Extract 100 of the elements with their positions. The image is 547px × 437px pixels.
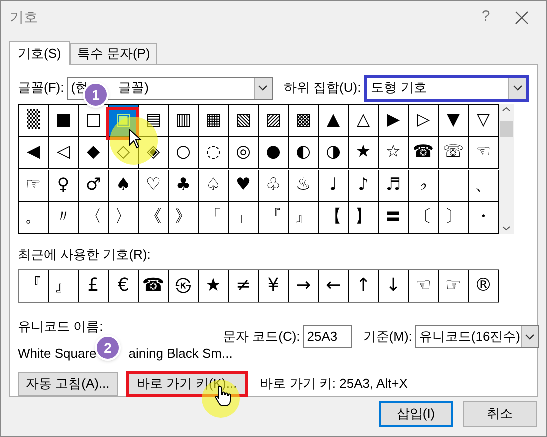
symbol-cell[interactable]: ◎: [229, 137, 259, 170]
symbol-cell[interactable]: ♤: [199, 170, 229, 202]
symbol-cell[interactable]: 』: [289, 202, 319, 234]
from-label: 기준(M):: [363, 328, 412, 346]
unicode-name-text: aining Black Sm...: [128, 345, 233, 363]
dialog-button[interactable]: 취소: [463, 401, 537, 427]
recent-symbol-cell[interactable]: 』: [49, 270, 79, 302]
dialog-button[interactable]: 삽입(I): [379, 401, 453, 427]
recent-symbol-cell[interactable]: ≠: [229, 270, 259, 302]
char-code-label: 문자 코드(C):: [223, 328, 300, 346]
symbol-cell[interactable]: ♧: [259, 170, 289, 202]
symbol-cell[interactable]: ・: [469, 202, 499, 234]
symbol-cell[interactable]: 【: [319, 202, 349, 234]
symbol-cell[interactable]: ▒: [19, 105, 49, 137]
font-value-text: 글꼴): [118, 79, 149, 98]
font-label: 글꼴(F):: [18, 79, 64, 98]
symbol-cell[interactable]: ▶: [379, 105, 409, 137]
symbol-cell[interactable]: ♨: [289, 170, 319, 202]
shortcut-key-text: 바로 가기 키: 25A3, Alt+X: [260, 374, 408, 393]
symbol-cell[interactable]: ◀: [19, 137, 49, 170]
recent-symbol-cell[interactable]: ☜: [409, 270, 439, 302]
symbol-cell[interactable]: ☏: [439, 137, 469, 170]
recent-symbol-cell[interactable]: ☎: [139, 270, 169, 302]
scroll-thumb[interactable]: [500, 121, 513, 137]
subset-label: 하위 집합(U):: [284, 79, 362, 98]
symbol-cell[interactable]: ▨: [259, 105, 289, 137]
symbol-cell[interactable]: ▥: [169, 105, 199, 137]
scroll-down-icon[interactable]: [502, 226, 511, 231]
autocorrect-button[interactable]: 자동 고침(A)...: [18, 372, 118, 396]
char-code-field[interactable]: 25A3: [303, 325, 352, 348]
recent-symbol-cell[interactable]: ☞: [439, 270, 469, 302]
scrollbar[interactable]: [499, 104, 514, 234]
symbol-cell[interactable]: ♀: [49, 170, 79, 202]
recent-symbol-cell[interactable]: €: [109, 270, 139, 302]
recent-symbol-cell[interactable]: ↑: [349, 270, 379, 302]
symbol-cell[interactable]: 「: [199, 202, 229, 234]
recent-symbol-cell[interactable]: ★: [199, 270, 229, 302]
symbol-cell[interactable]: 。: [19, 202, 49, 234]
symbol-cell[interactable]: 〕: [439, 202, 469, 234]
symbol-cell[interactable]: ▷: [409, 105, 439, 137]
symbol-cell[interactable]: ●: [259, 137, 289, 170]
recent-symbol-cell[interactable]: →: [289, 270, 319, 302]
symbol-cell[interactable]: ★: [349, 137, 379, 170]
close-icon[interactable]: [515, 10, 529, 24]
symbol-cell[interactable]: 」: [229, 202, 259, 234]
subset-dropdown[interactable]: 도형 기호: [364, 74, 529, 102]
window-title: 기호: [10, 8, 38, 27]
symbol-cell[interactable]: ☜: [469, 137, 499, 170]
symbol-cell[interactable]: ♭: [409, 170, 439, 202]
shortcut-key-button[interactable]: 바로 가기 키(K)...: [126, 370, 248, 396]
symbol-cell[interactable]: 〓: [379, 202, 409, 234]
symbol-cell[interactable]: ◑: [319, 137, 349, 170]
symbol-cell[interactable]: ◁: [49, 137, 79, 170]
symbol-cell[interactable]: 『: [259, 202, 289, 234]
mouse-pointer-icon: [129, 129, 143, 149]
symbol-cell[interactable]: ♣: [169, 170, 199, 202]
tab[interactable]: 특수 문자(P): [70, 43, 158, 64]
symbol-cell[interactable]: ◌: [199, 137, 229, 170]
symbol-cell[interactable]: 、: [469, 170, 499, 202]
symbol-cell[interactable]: ▧: [229, 105, 259, 137]
symbol-cell[interactable]: ▦: [199, 105, 229, 137]
symbol-cell[interactable]: △: [349, 105, 379, 137]
help-button[interactable]: ?: [471, 6, 501, 29]
symbol-cell[interactable]: ♠: [109, 170, 139, 202]
recent-symbol-cell[interactable]: £: [79, 270, 109, 302]
symbol-cell[interactable]: ▩: [289, 105, 319, 137]
symbol-cell[interactable]: 》: [169, 202, 199, 234]
symbol-cell[interactable]: ♥: [229, 170, 259, 202]
symbol-cell[interactable]: ♡: [139, 170, 169, 202]
symbol-cell[interactable]: 〔: [409, 202, 439, 234]
symbol-cell[interactable]: [439, 170, 469, 202]
symbol-cell[interactable]: ▲: [319, 105, 349, 137]
symbol-cell[interactable]: 】: [349, 202, 379, 234]
symbol-cell[interactable]: 《: [139, 202, 169, 234]
symbol-cell[interactable]: ♬: [379, 170, 409, 202]
symbol-cell[interactable]: ◆: [79, 137, 109, 170]
symbol-cell[interactable]: ♪: [349, 170, 379, 202]
dropdown-caret-icon: [258, 85, 268, 91]
symbol-cell[interactable]: 〉: [109, 202, 139, 234]
symbol-cell[interactable]: ☞: [19, 170, 49, 202]
symbol-cell[interactable]: ▽: [469, 105, 499, 137]
symbol-cell[interactable]: ▼: [439, 105, 469, 137]
symbol-cell[interactable]: ◐: [289, 137, 319, 170]
recent-symbol-cell[interactable]: ㉿: [169, 270, 199, 302]
recent-symbol-cell[interactable]: 『: [19, 270, 49, 302]
symbol-cell[interactable]: ♩: [319, 170, 349, 202]
tab[interactable]: 기호(S): [9, 41, 70, 65]
symbol-cell[interactable]: ○: [169, 137, 199, 170]
recent-symbol-cell[interactable]: ¥: [259, 270, 289, 302]
scroll-up-icon[interactable]: [502, 107, 511, 112]
symbol-cell[interactable]: ■: [49, 105, 79, 137]
recent-symbol-cell[interactable]: ↓: [379, 270, 409, 302]
from-dropdown[interactable]: 유니코드(16진수): [415, 325, 540, 348]
symbol-cell[interactable]: ☎: [409, 137, 439, 170]
symbol-cell[interactable]: ☆: [379, 137, 409, 170]
symbol-cell[interactable]: 〃: [49, 202, 79, 234]
recent-symbol-cell[interactable]: ←: [319, 270, 349, 302]
recent-symbol-cell[interactable]: ®: [469, 270, 499, 302]
symbol-cell[interactable]: 〈: [79, 202, 109, 234]
symbol-cell[interactable]: ♂: [79, 170, 109, 202]
